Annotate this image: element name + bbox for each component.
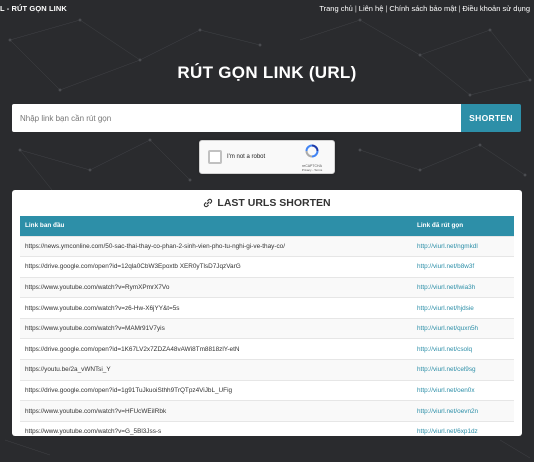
url-input[interactable] — [12, 104, 461, 132]
recaptcha-widget: I'm not a robot reCAPTCHA Privacy - Term… — [199, 140, 335, 174]
short-url-link[interactable]: http://viurl.net/oevn2n — [412, 400, 514, 422]
last-urls-panel: LAST URLS SHORTEN Link ban đầu Link đã r… — [12, 190, 522, 442]
recaptcha-links[interactable]: Privacy - Terms — [298, 168, 326, 172]
captcha-checkbox[interactable] — [208, 150, 222, 164]
nav-link-contact[interactable]: Liên hệ — [359, 4, 384, 13]
table-row: https://drive.google.com/open?id=12qla0C… — [20, 256, 514, 278]
top-navbar: L - RÚT GỌN LINK Trang chủ | Liên hệ | C… — [0, 0, 534, 22]
table-row: https://youtu.be/2a_vWNTsi_Y http://viurl… — [20, 359, 514, 381]
original-url: https://www.youtube.com/watch?v=MAMr91V7… — [20, 317, 412, 339]
page-title: RÚT GỌN LINK (URL) — [177, 63, 357, 82]
table-row: https://drive.google.com/open?id=1K67LV2… — [20, 338, 514, 360]
table-row: https://drive.google.com/open?id=1g91TuJ… — [20, 379, 514, 401]
short-url-link[interactable]: http://viurl.net/cel9sg — [412, 359, 514, 381]
short-url-link[interactable]: http://viurl.net/oen0x — [412, 379, 514, 401]
short-url-link[interactable]: http://viurl.net/b8w3f — [412, 256, 514, 278]
shorten-form: SHORTEN — [12, 104, 521, 132]
original-url: https://www.youtube.com/watch?v=G_5Bl3Js… — [20, 420, 412, 442]
short-url-link[interactable]: http://viurl.net/hjdsie — [412, 297, 514, 319]
column-header-original: Link ban đầu — [25, 222, 65, 230]
nav-separator: | — [458, 3, 461, 13]
nav-menu: Trang chủ | Liên hệ | Chính sách bảo mật… — [319, 4, 530, 13]
original-url: https://news.ymconline.com/50-sac-thai-t… — [20, 235, 412, 257]
table-row: https://www.youtube.com/watch?v=MAMr91V7… — [20, 317, 514, 339]
nav-separator: | — [385, 3, 388, 13]
original-url: https://drive.google.com/open?id=1K67LV2… — [20, 338, 412, 360]
original-url: https://www.youtube.com/watch?v=RymXPmrX… — [20, 276, 412, 298]
recaptcha-logo: reCAPTCHA Privacy - Terms — [298, 144, 326, 172]
nav-link-terms[interactable]: Điều khoản sử dụng — [462, 4, 530, 13]
short-url-link[interactable]: http://viurl.net/lwia3h — [412, 276, 514, 298]
nav-link-privacy[interactable]: Chính sách bảo mật — [389, 4, 456, 13]
table-row: https://www.youtube.com/watch?v=HFUcWEiI… — [20, 400, 514, 422]
brand-logo[interactable]: L - RÚT GỌN LINK — [0, 4, 67, 13]
recaptcha-icon — [305, 144, 319, 158]
column-header-short: Link đã rút gọn — [417, 222, 464, 230]
table-row: https://www.youtube.com/watch?v=z6-Hw-X6… — [20, 297, 514, 319]
original-url: https://youtu.be/2a_vWNTsi_Y — [20, 359, 412, 381]
short-url-link[interactable]: http://viurl.net/csolq — [412, 338, 514, 360]
panel-title: LAST URLS SHORTEN — [217, 197, 331, 209]
table-header-row: Link ban đầu Link đã rút gọn — [20, 216, 514, 236]
original-url: https://www.youtube.com/watch?v=HFUcWEiI… — [20, 400, 412, 422]
urls-table: Link ban đầu Link đã rút gọn https://new… — [20, 216, 514, 442]
original-url: https://drive.google.com/open?id=12qla0C… — [20, 256, 412, 278]
short-url-link[interactable]: http://viurl.net/6xp1dz — [412, 420, 514, 442]
original-url: https://www.youtube.com/watch?v=z6-Hw-X6… — [20, 297, 412, 319]
shorten-button[interactable]: SHORTEN — [461, 104, 521, 132]
original-url: https://drive.google.com/open?id=1g91TuJ… — [20, 379, 412, 401]
panel-header: LAST URLS SHORTEN — [20, 190, 514, 216]
nav-separator: | — [354, 3, 357, 13]
short-url-link[interactable]: http://viurl.net/ngmkdl — [412, 235, 514, 257]
link-icon — [204, 198, 213, 208]
nav-link-home[interactable]: Trang chủ — [319, 4, 353, 13]
table-row: https://www.youtube.com/watch?v=RymXPmrX… — [20, 276, 514, 298]
table-row: https://news.ymconline.com/50-sac-thai-t… — [20, 235, 514, 257]
short-url-link[interactable]: http://viurl.net/quxn5h — [412, 317, 514, 339]
table-row: https://www.youtube.com/watch?v=G_5Bl3Js… — [20, 420, 514, 442]
captcha-label: I'm not a robot — [227, 154, 266, 160]
